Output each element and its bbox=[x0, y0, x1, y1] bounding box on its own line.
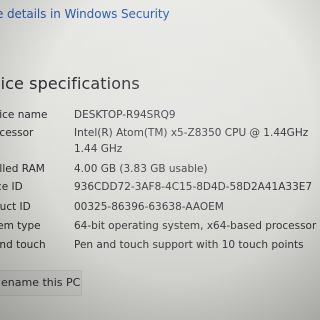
spec-value-line-2: 1.44 GHz bbox=[74, 143, 123, 155]
spec-label: tem type bbox=[0, 220, 41, 232]
spec-value: 64-bit operating system, x64-based proce… bbox=[74, 220, 317, 232]
spec-label: ocessor bbox=[0, 127, 34, 139]
windows-security-details-link[interactable]: e details in Windows Security bbox=[0, 7, 170, 21]
spec-label: alled RAM bbox=[0, 163, 45, 175]
spec-label: duct ID bbox=[0, 201, 31, 213]
spec-value: DESKTOP-R94SRQ9 bbox=[74, 109, 176, 121]
spec-label: vice name bbox=[0, 109, 48, 121]
rename-this-pc-button[interactable]: ename this PC bbox=[0, 270, 82, 296]
spec-label: and touch bbox=[0, 239, 46, 251]
spec-value: 4.00 GB (3.83 GB usable) bbox=[74, 163, 208, 175]
spec-value: 00325-86396-63638-AAOEM bbox=[74, 201, 224, 213]
spec-value: 936CDD72-3AF8-4C15-8D4D-58D2A41A33E7 bbox=[74, 181, 313, 193]
settings-about-screen: e details in Windows Security vice speci… bbox=[0, 0, 320, 320]
spec-value: Intel(R) Atom(TM) x5-Z8350 CPU @ 1.44GHz bbox=[74, 127, 309, 139]
spec-value: Pen and touch support with 10 touch poin… bbox=[74, 239, 304, 251]
spec-label: ice ID bbox=[0, 181, 23, 193]
device-specifications-heading: vice specifications bbox=[0, 74, 140, 93]
